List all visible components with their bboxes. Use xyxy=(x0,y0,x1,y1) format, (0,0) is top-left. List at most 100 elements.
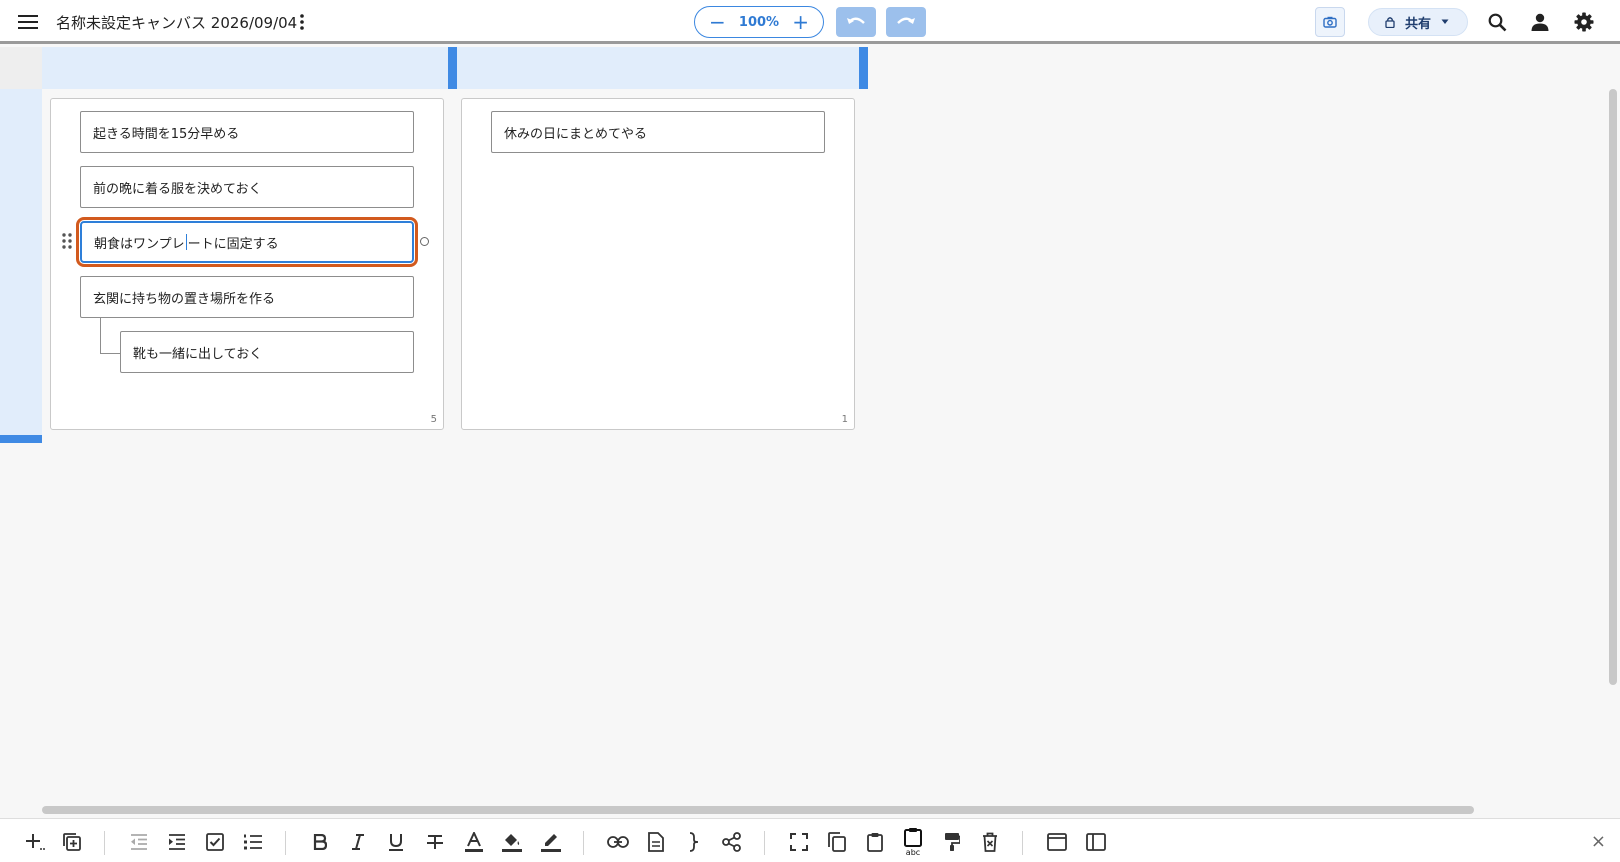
card-editing[interactable]: 朝食はワンプレ ートに固定する xyxy=(76,217,418,267)
outdent-button[interactable] xyxy=(126,829,152,855)
card-text: 靴も一緒に出しておく xyxy=(133,346,263,362)
copy-icon xyxy=(828,832,846,852)
camera-icon xyxy=(1323,16,1337,28)
card-panel[interactable]: 休みの日にまとめてやる 1 xyxy=(461,98,855,430)
indent-button[interactable] xyxy=(164,829,190,855)
underline-icon xyxy=(389,834,403,851)
row-header-band[interactable] xyxy=(0,89,42,439)
numbered-list-icon xyxy=(244,834,262,850)
note-button[interactable] xyxy=(643,829,669,855)
card-child[interactable]: 靴も一緒に出しておく xyxy=(120,331,414,373)
zoom-level[interactable]: 100% xyxy=(739,15,779,30)
delete-button[interactable] xyxy=(977,829,1003,855)
clipboard-text-icon: abc xyxy=(904,828,922,857)
link-icon xyxy=(607,836,629,848)
lock-icon xyxy=(1385,17,1395,28)
checkbox-icon xyxy=(206,833,224,851)
format-painter-button[interactable] xyxy=(939,829,965,855)
outdent-icon xyxy=(131,834,147,850)
document-icon xyxy=(648,832,664,852)
card-text: 休みの日にまとめてやる xyxy=(504,126,648,142)
text-color-icon xyxy=(465,832,483,852)
text-color-button[interactable] xyxy=(461,829,487,855)
link-button[interactable] xyxy=(605,829,631,855)
paste-text-button[interactable]: abc xyxy=(900,827,926,857)
row-end-handle[interactable] xyxy=(0,435,42,443)
connect-button[interactable] xyxy=(719,829,745,855)
sidebar-icon xyxy=(1086,833,1106,851)
fullscreen-icon xyxy=(790,833,808,851)
hamburger-menu-icon[interactable] xyxy=(16,12,40,32)
collapse-brace-button[interactable] xyxy=(681,829,707,855)
trash-icon xyxy=(983,832,997,852)
screenshot-button[interactable] xyxy=(1315,7,1345,37)
toolbar-divider xyxy=(764,831,765,855)
card[interactable]: 休みの日にまとめてやる xyxy=(491,111,825,153)
more-vertical-icon[interactable] xyxy=(294,12,310,32)
card[interactable]: 前の晩に着る服を決めておく xyxy=(80,166,414,208)
card-text: 前の晩に着る服を決めておく xyxy=(93,181,262,197)
text-caret xyxy=(185,234,187,250)
format-toolbar: abc × xyxy=(0,818,1620,862)
numbered-list-button[interactable] xyxy=(240,829,266,855)
search-icon[interactable] xyxy=(1486,11,1508,33)
sidebar-toggle-button[interactable] xyxy=(1083,829,1109,855)
canvas-title[interactable]: 名称未設定キャンバス 2026/09/04 xyxy=(56,12,297,33)
child-connector-line xyxy=(100,318,120,354)
card-panel[interactable]: 起きる時間を15分早める 前の晩に着る服を決めておく 朝食はワンプレ ートに固定す… xyxy=(50,98,444,430)
column-divider-handle[interactable] xyxy=(859,47,868,89)
svg-text:abc: abc xyxy=(906,848,920,857)
underline-button[interactable] xyxy=(383,829,409,855)
card-text-before-caret: 朝食はワンプレ xyxy=(94,236,185,252)
ruler-corner xyxy=(0,47,42,89)
checkbox-button[interactable] xyxy=(202,829,228,855)
window-panel-button[interactable] xyxy=(1044,829,1070,855)
card-text: 玄関に持ち物の置き場所を作る xyxy=(93,291,276,307)
caret-down-icon xyxy=(1441,19,1449,24)
add-copy-icon xyxy=(63,833,81,851)
paste-button[interactable] xyxy=(862,829,888,855)
vertical-scrollbar[interactable] xyxy=(1609,89,1617,685)
fill-bucket-icon xyxy=(502,834,522,852)
panel-card-count: 1 xyxy=(841,414,848,425)
close-toolbar-button[interactable]: × xyxy=(1591,831,1606,852)
column-divider-handle[interactable] xyxy=(448,47,457,89)
card-text: 起きる時間を15分早める xyxy=(93,126,240,142)
zoom-control: − 100% + xyxy=(694,6,824,38)
settings-gear-icon[interactable] xyxy=(1573,11,1595,33)
curly-brace-icon xyxy=(689,832,699,852)
toolbar-divider xyxy=(1022,831,1023,855)
plus-icon xyxy=(26,834,45,850)
drag-handle-icon[interactable] xyxy=(61,232,73,254)
horizontal-scrollbar[interactable] xyxy=(42,806,1474,814)
toolbar-divider xyxy=(285,831,286,855)
share-button[interactable]: 共有 xyxy=(1368,8,1468,36)
redo-icon xyxy=(897,17,915,24)
add-card-button[interactable] xyxy=(22,829,48,855)
duplicate-card-button[interactable] xyxy=(59,829,85,855)
card[interactable]: 玄関に持ち物の置き場所を作る xyxy=(80,276,414,318)
undo-icon xyxy=(847,17,865,24)
undo-button[interactable] xyxy=(836,7,876,37)
card-text-after-caret: ートに固定する xyxy=(187,236,279,252)
card[interactable]: 起きる時間を15分早める xyxy=(80,111,414,153)
connect-handle-icon[interactable] xyxy=(420,237,429,246)
zoom-out-button[interactable]: − xyxy=(709,12,726,32)
strikethrough-icon xyxy=(427,835,443,849)
share-nodes-icon xyxy=(722,832,741,852)
strikethrough-button[interactable] xyxy=(422,829,448,855)
copy-button[interactable] xyxy=(824,829,850,855)
select-all-button[interactable] xyxy=(786,829,812,855)
indent-icon xyxy=(169,834,185,850)
window-icon xyxy=(1047,833,1067,851)
border-color-button[interactable] xyxy=(538,829,564,855)
fill-color-button[interactable] xyxy=(499,829,525,855)
account-icon[interactable] xyxy=(1529,11,1551,33)
pen-icon xyxy=(541,834,561,852)
bold-button[interactable] xyxy=(307,829,333,855)
zoom-in-button[interactable]: + xyxy=(792,12,809,32)
paint-roller-icon xyxy=(945,833,960,851)
redo-button[interactable] xyxy=(886,7,926,37)
italic-button[interactable] xyxy=(345,829,371,855)
clipboard-icon xyxy=(867,833,883,852)
